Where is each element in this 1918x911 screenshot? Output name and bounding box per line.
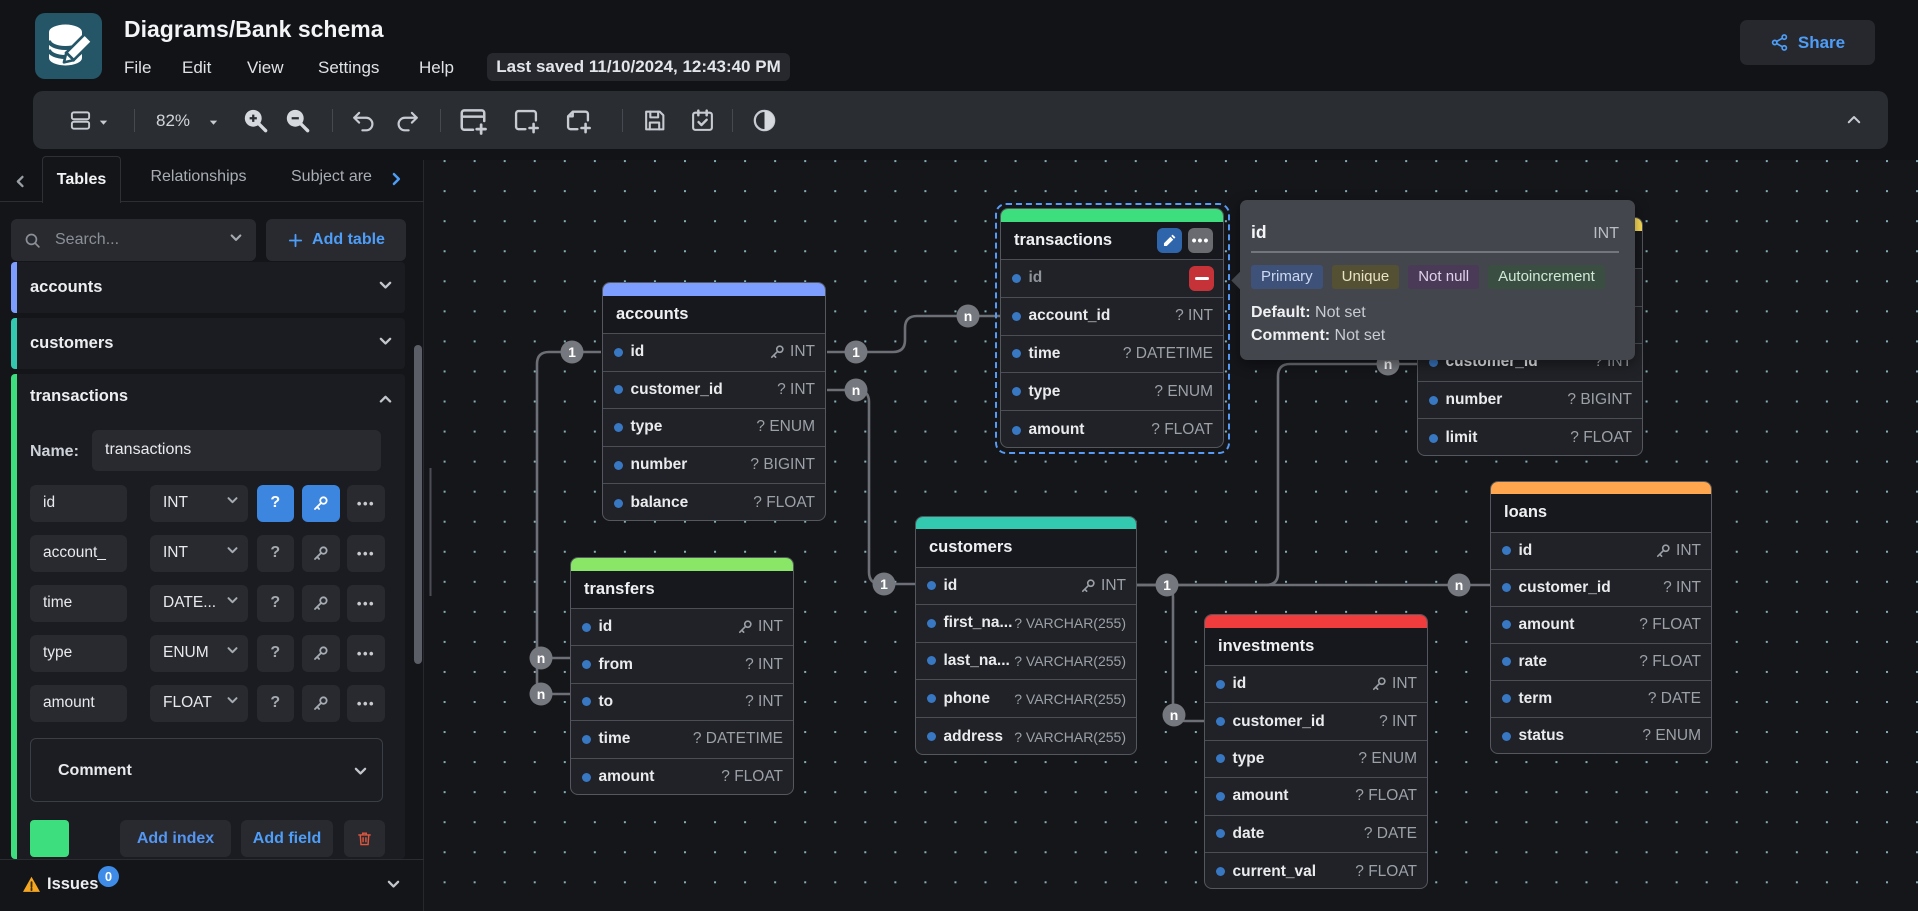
svg-text:n: n (537, 650, 546, 666)
svg-text:n: n (537, 686, 546, 702)
svg-text:1: 1 (568, 344, 576, 360)
svg-text:n: n (964, 308, 973, 324)
svg-text:1: 1 (1163, 577, 1171, 593)
svg-text:1: 1 (852, 344, 860, 360)
svg-text:n: n (1170, 707, 1179, 723)
svg-text:1: 1 (880, 576, 888, 592)
svg-text:n: n (1455, 577, 1464, 593)
svg-text:n: n (852, 382, 861, 398)
